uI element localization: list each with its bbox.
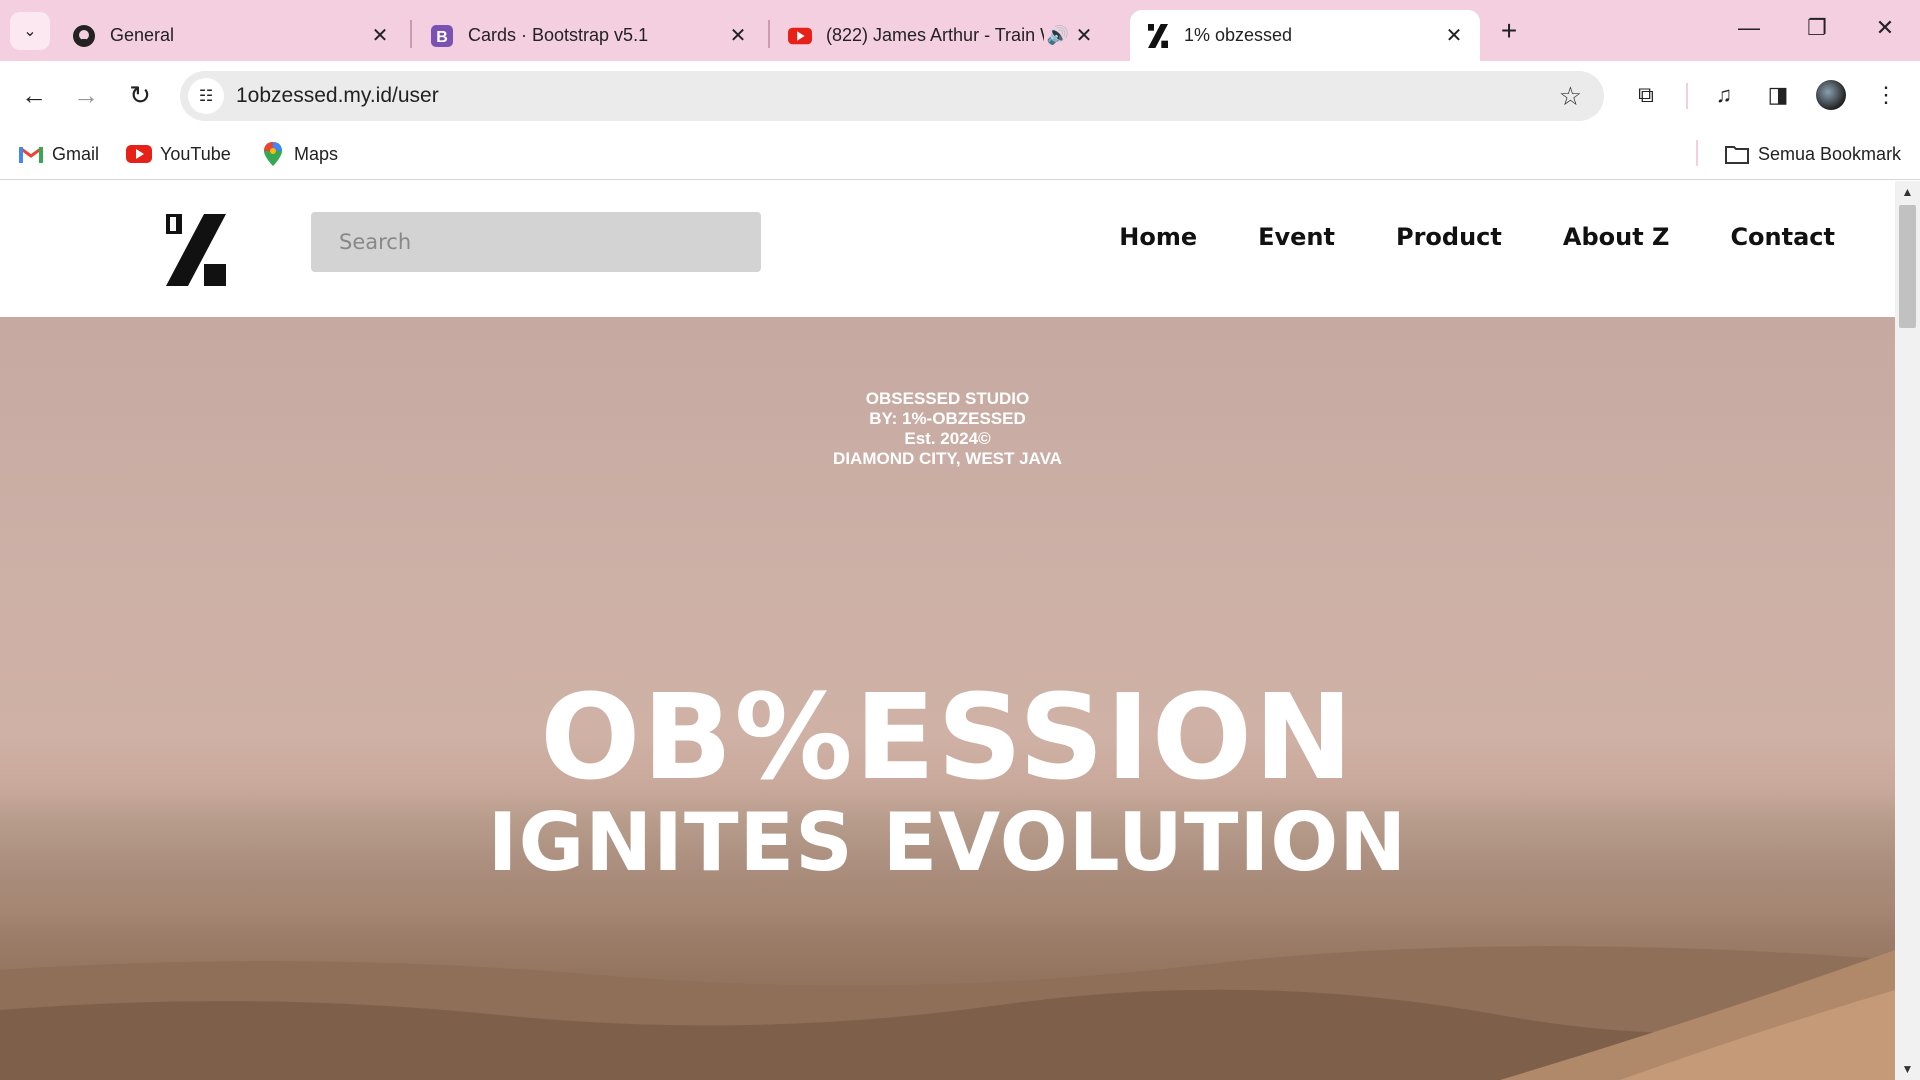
side-panel-button[interactable]: ◨ <box>1760 77 1796 113</box>
github-icon <box>72 24 96 48</box>
maps-icon <box>260 142 286 166</box>
all-bookmarks-button[interactable]: Semua Bookmark <box>1724 140 1901 168</box>
close-icon: ✕ <box>1875 15 1895 40</box>
close-icon[interactable]: ✕ <box>726 23 750 48</box>
address-bar[interactable]: ☷ 1obzessed.my.id/user ☆ <box>180 71 1604 121</box>
nav-home[interactable]: Home <box>1119 223 1197 251</box>
forward-button[interactable]: → <box>68 77 104 113</box>
tab-title: Cards · Bootstrap v5.1 <box>468 25 649 45</box>
tab-divider <box>410 20 412 48</box>
bookmark-label: Maps <box>294 143 339 164</box>
svg-text:B: B <box>436 29 448 46</box>
scroll-up-arrow-icon[interactable]: ▲ <box>1895 185 1920 199</box>
tab-strip: ⌄ General ✕ B Cards · Bootstrap v5.1 ✕ (… <box>0 0 1920 61</box>
site-header: Home Event Product About Z Contact <box>0 181 1895 317</box>
url-text[interactable]: 1obzessed.my.id/user <box>236 84 439 108</box>
nav-contact[interactable]: Contact <box>1730 223 1835 251</box>
reload-button[interactable]: ↻ <box>122 77 158 113</box>
close-icon[interactable]: ✕ <box>1442 23 1466 48</box>
site-logo-icon <box>1146 23 1170 48</box>
tab-title: (822) James Arthur - Train W <box>826 25 1044 45</box>
nav-event[interactable]: Event <box>1258 223 1335 251</box>
tune-icon: ☷ <box>198 88 214 105</box>
media-control-button[interactable]: ♫ <box>1706 77 1742 113</box>
scroll-down-arrow-icon[interactable]: ▼ <box>1895 1062 1920 1076</box>
scroll-thumb[interactable] <box>1899 205 1916 328</box>
new-tab-button[interactable]: + <box>1492 14 1526 48</box>
back-button[interactable]: ← <box>16 77 52 113</box>
menu-button[interactable]: ⋮ <box>1868 77 1904 113</box>
tab-title: General <box>110 25 175 45</box>
nav-about-z[interactable]: About Z <box>1563 223 1670 251</box>
puzzle-icon: ⧉ <box>1638 82 1654 107</box>
desert-dunes-image <box>0 946 1895 1080</box>
close-window-button[interactable]: ✕ <box>1860 8 1910 48</box>
tab-youtube[interactable]: (822) James Arthur - Train W 🔊 ✕ <box>772 10 1122 61</box>
speaker-icon[interactable]: 🔊 <box>1044 25 1072 46</box>
gmail-icon <box>18 144 44 164</box>
youtube-icon <box>788 24 812 48</box>
side-panel-icon: ◨ <box>1767 82 1789 107</box>
bookmark-maps[interactable]: Maps <box>260 140 338 168</box>
browser-toolbar: ← → ↻ ☷ 1obzessed.my.id/user ☆ ⧉ ♫ ◨ ⋮ <box>0 61 1920 128</box>
tab-search-button[interactable]: ⌄ <box>10 12 50 50</box>
studio-established: Est. 2024© <box>904 429 991 448</box>
tab-title: 1% obzessed <box>1184 25 1293 45</box>
hero-headline-line2: IGNITES EVOLUTION <box>487 796 1408 889</box>
tab-1-obzessed[interactable]: 1% obzessed ✕ <box>1130 10 1480 61</box>
bookmarks-bar: Gmail YouTube Maps Semua Bookmark <box>0 128 1920 180</box>
arrow-left-icon: ← <box>21 79 47 110</box>
star-icon[interactable]: ☆ <box>1559 81 1582 112</box>
restore-button[interactable]: ❐ <box>1792 8 1842 48</box>
studio-location: DIAMOND CITY, WEST JAVA <box>833 449 1062 468</box>
bootstrap-icon: B <box>430 24 454 48</box>
page-scrollbar[interactable]: ▲ ▼ <box>1895 181 1920 1080</box>
reload-icon: ↻ <box>129 79 151 110</box>
studio-name: OBSESSED STUDIO <box>865 389 1030 408</box>
tab-divider <box>768 20 770 48</box>
site-search-input[interactable] <box>311 212 761 272</box>
site-info-button[interactable]: ☷ <box>188 78 224 114</box>
bookmark-label: YouTube <box>160 143 231 164</box>
minimize-icon: — <box>1738 15 1760 40</box>
site-nav: Home Event Product About Z Contact <box>1119 223 1835 251</box>
close-icon[interactable]: ✕ <box>368 23 392 48</box>
minimize-button[interactable]: — <box>1724 8 1774 48</box>
profile-avatar[interactable] <box>1816 80 1846 110</box>
queue-music-icon: ♫ <box>1715 82 1733 107</box>
more-vert-icon: ⋮ <box>1875 82 1897 107</box>
web-page: Home Event Product About Z Contact OBSES… <box>0 181 1895 1080</box>
restore-icon: ❐ <box>1807 15 1827 40</box>
site-logo[interactable] <box>166 214 226 286</box>
toolbar-divider <box>1686 83 1688 109</box>
extensions-button[interactable]: ⧉ <box>1628 77 1664 113</box>
tab-general[interactable]: General ✕ <box>56 10 406 61</box>
folder-icon <box>1724 144 1750 164</box>
tab-bootstrap[interactable]: B Cards · Bootstrap v5.1 ✕ <box>414 10 764 61</box>
hero-headline-line1: OB%ESSION <box>540 668 1355 806</box>
youtube-icon <box>126 144 152 164</box>
bookmark-label: Gmail <box>52 143 100 164</box>
bookmark-divider <box>1696 140 1698 166</box>
nav-product[interactable]: Product <box>1396 223 1502 251</box>
bookmark-gmail[interactable]: Gmail <box>18 140 99 168</box>
hero-section: OBSESSED STUDIO BY: 1%-OBZESSED Est. 202… <box>0 317 1895 1080</box>
studio-info: OBSESSED STUDIO BY: 1%-OBZESSED Est. 202… <box>0 389 1895 469</box>
all-bookmarks-label: Semua Bookmark <box>1758 143 1902 164</box>
studio-by: BY: 1%-OBZESSED <box>869 409 1026 428</box>
arrow-right-icon: → <box>73 79 99 110</box>
chevron-down-icon: ⌄ <box>23 23 37 40</box>
bookmark-youtube[interactable]: YouTube <box>126 140 231 168</box>
close-icon[interactable]: ✕ <box>1072 23 1096 48</box>
